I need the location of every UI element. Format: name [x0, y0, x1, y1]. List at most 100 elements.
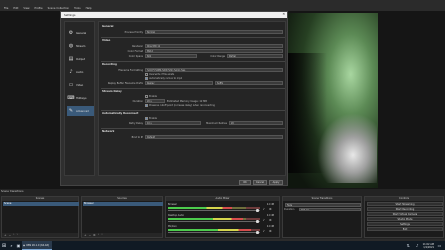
volume-slider-knob[interactable]	[255, 231, 259, 234]
volume-slider[interactable]	[168, 232, 260, 234]
volume-icon[interactable]: ♪	[414, 241, 421, 250]
add-icon[interactable]: +	[84, 233, 87, 237]
nav-item-advanced[interactable]: ✎ Advanced	[67, 106, 94, 116]
checkbox-box	[145, 117, 148, 120]
nav-item-video[interactable]: ▭ Video	[67, 80, 94, 90]
volume-slider[interactable]	[168, 221, 260, 223]
remove-icon[interactable]: −	[9, 233, 12, 237]
notification-icon[interactable]: ▭	[436, 241, 443, 250]
nav-item-output[interactable]: ▤ Output	[67, 54, 94, 64]
video-light-region	[317, 113, 377, 183]
ok-button[interactable]: OK	[239, 180, 251, 185]
scene-transitions-dock: Scene Transitions Fade Duration 300 ms	[282, 196, 362, 238]
network-icon[interactable]: ⇅	[405, 241, 412, 250]
settings-title: Settings	[64, 13, 76, 17]
volume-slider-knob[interactable]	[255, 220, 259, 223]
scenes-dock: Scenes Scene + − ˄ ˅	[1, 196, 79, 238]
volume-slider-knob[interactable]	[255, 209, 259, 212]
audio-mixer-dock: Audio Mixer Browser 0.0 dB ♪ ⚙ Desktop A…	[165, 196, 280, 238]
microphone-icon[interactable]: ♪	[263, 229, 265, 233]
max-retries-input[interactable]: 20	[229, 121, 283, 125]
nav-item-label: Video	[76, 83, 84, 87]
source-list-item[interactable]: Browser	[83, 202, 163, 206]
color-space-select[interactable]: 601	[145, 54, 197, 58]
section-title-recording: Recording	[102, 63, 117, 66]
remove-icon[interactable]: −	[89, 233, 92, 237]
auto-remux-checkbox[interactable]: Automatically remux to mp4	[145, 77, 182, 80]
close-icon[interactable]: ✕	[282, 12, 285, 16]
stream-delay-enable-checkbox[interactable]: Enable	[145, 95, 157, 98]
keyboard-icon: ⌨	[67, 95, 75, 101]
checkbox-box	[145, 104, 148, 107]
task-view-icon[interactable]: ▣	[15, 241, 22, 250]
volume-meter-fill	[168, 206, 233, 209]
nav-item-general[interactable]: ⚙ General	[67, 28, 94, 38]
speaker-icon: ♪	[69, 69, 73, 75]
mixer-channel-value: 0.0 dB	[266, 214, 274, 217]
overwrite-checkbox[interactable]: Overwrite if file exists	[145, 73, 174, 76]
menu-tools[interactable]: Tools	[74, 7, 80, 10]
replay-suffix-input[interactable]: Suffix	[215, 81, 283, 85]
arrow-down-icon[interactable]: ˅	[17, 233, 19, 237]
studio-mode-button[interactable]: Studio Mode	[367, 217, 443, 221]
menu-view[interactable]: View	[23, 7, 29, 10]
clock-date: 1/1/2021	[423, 245, 434, 249]
gear-icon[interactable]: ⚙	[269, 207, 272, 211]
nav-item-stream[interactable]: ◍ Stream	[67, 41, 94, 51]
scene-list-item[interactable]: Scene	[3, 202, 79, 206]
retry-delay-input[interactable]: 10 s	[145, 121, 201, 125]
wrench-icon: ✎	[68, 108, 74, 114]
arrow-up-icon[interactable]: ˄	[98, 233, 100, 237]
checkbox-label: Enable	[149, 117, 157, 120]
volume-slider[interactable]	[168, 210, 260, 212]
bind-ip-select[interactable]: Default	[145, 135, 283, 139]
replay-prefix-label: Replay Buffer Filename Prefix	[107, 81, 143, 85]
windows-start-icon[interactable]: ⊞	[0, 241, 8, 250]
exit-button[interactable]: Exit	[367, 227, 443, 231]
speaker-icon[interactable]: ♪	[263, 218, 265, 222]
menu-profile[interactable]: Profile	[35, 7, 43, 10]
start-virtual-camera-button[interactable]: Start Virtual Camera	[367, 212, 443, 216]
menu-edit[interactable]: Edit	[13, 7, 18, 10]
start-recording-button[interactable]: Start Recording	[367, 207, 443, 211]
retry-delay-label: Retry Delay	[129, 121, 143, 125]
volume-meter	[168, 217, 260, 220]
delay-duration-input[interactable]: 20 s	[145, 99, 165, 103]
nav-item-hotkeys[interactable]: ⌨ Hotkeys	[67, 93, 94, 103]
filename-formatting-input[interactable]: %CCYY-%MM-%DD %hh-%mm-%ss	[145, 68, 283, 72]
gear-icon[interactable]: ⚙	[93, 233, 96, 237]
search-icon[interactable]: ⌕	[8, 241, 15, 250]
transition-type-select[interactable]: Fade	[285, 203, 361, 207]
settings-button[interactable]: Settings	[367, 222, 443, 226]
color-format-select[interactable]: NV12	[145, 49, 283, 53]
transition-duration-input[interactable]: 300 ms	[299, 207, 361, 212]
section-title-auto-reconnect: Automatically Reconnect	[102, 112, 139, 115]
gear-icon[interactable]: ⚙	[269, 218, 272, 222]
apply-button[interactable]: Apply	[269, 180, 283, 185]
taskbar-obs-app[interactable]: ◉ OBS 26.1.0 (64-bit)	[22, 241, 52, 250]
start-streaming-button[interactable]: Start Streaming	[367, 202, 443, 206]
nav-item-label: Audio	[76, 70, 84, 74]
nav-item-audio[interactable]: ♪ Audio	[67, 67, 94, 77]
speaker-icon[interactable]: ♪	[263, 207, 265, 211]
cancel-button[interactable]: Cancel	[253, 180, 267, 185]
gear-icon[interactable]: ⚙	[269, 229, 272, 233]
arrow-up-icon[interactable]: ˄	[13, 233, 15, 237]
color-range-select[interactable]: Partial	[227, 54, 283, 58]
preserve-cutoff-checkbox[interactable]: Preserve cutoff point (increase delay) w…	[145, 104, 215, 107]
process-priority-select[interactable]: Normal	[145, 30, 283, 34]
menu-file[interactable]: File	[4, 7, 8, 10]
output-icon: ▤	[68, 56, 74, 62]
menu-help[interactable]: Help	[86, 7, 92, 10]
delay-duration-label: Duration	[132, 99, 143, 103]
mixer-channel-value: 0.0 dB	[266, 203, 274, 206]
menu-scene-collection[interactable]: Scene Collection	[48, 7, 70, 10]
add-icon[interactable]: +	[4, 233, 7, 237]
auto-reconnect-enable-checkbox[interactable]: Enable	[145, 117, 157, 120]
renderer-select[interactable]: Direct3D 11	[145, 44, 283, 48]
arrow-down-icon[interactable]: ˅	[101, 233, 103, 237]
replay-prefix-input[interactable]: Replay	[145, 81, 213, 85]
clock[interactable]: 11:02 AM 1/1/2021	[423, 243, 434, 249]
settings-nav: ⚙ General ◍ Stream ▤ Output ♪ Audio ▭ Vi…	[64, 21, 95, 176]
filename-formatting-label: Filename Formatting	[118, 68, 143, 72]
